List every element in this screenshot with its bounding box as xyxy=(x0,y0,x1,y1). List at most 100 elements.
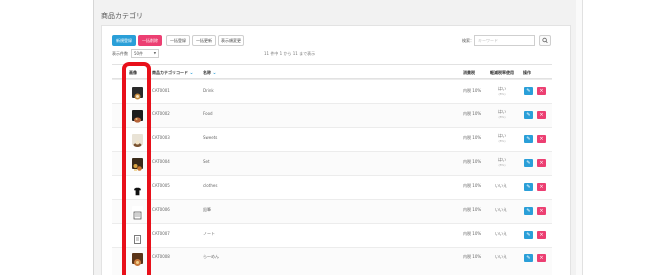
edit-button[interactable]: ✎ xyxy=(524,231,533,239)
delete-button[interactable]: × xyxy=(537,111,546,119)
table-row[interactable]: CAT0003 Sweets 内税 10% はい (8%) ✎ × xyxy=(112,127,552,151)
sort-icon: ⌄ xyxy=(212,70,217,76)
reduced-tax: はい (8%) xyxy=(498,109,506,119)
category-code: CAT0005 xyxy=(152,183,170,188)
category-name: Sweets xyxy=(203,135,218,140)
table-top-border xyxy=(112,64,552,65)
new-button[interactable]: 新規登録 xyxy=(112,35,136,46)
category-code: CAT0003 xyxy=(152,135,170,140)
table-row[interactable]: CAT0007 ノート 内税 10% いいえ ✎ × xyxy=(112,223,552,247)
category-code: CAT0008 xyxy=(152,254,170,259)
edit-button[interactable]: ✎ xyxy=(524,111,533,119)
display-order-button[interactable]: 表示順変更 xyxy=(218,35,244,46)
close-icon: × xyxy=(539,160,544,166)
sort-icon: ⌄ xyxy=(189,70,194,76)
reduced-tax-value: いいえ xyxy=(495,183,507,188)
close-icon: × xyxy=(539,255,544,261)
delete-button[interactable]: × xyxy=(537,207,546,215)
edit-icon: ✎ xyxy=(526,255,531,261)
record-count: 11 件中 1 から 11 まで表示 xyxy=(264,51,316,56)
table-row[interactable]: CAT0002 Food 内税 10% はい (8%) ✎ × xyxy=(112,103,552,127)
per-page-select[interactable]: 50件 ▼ xyxy=(131,49,159,58)
search-icon xyxy=(542,37,548,44)
category-name: Drink xyxy=(203,88,214,93)
page-title: 商品カテゴリ xyxy=(101,12,143,20)
per-page-label: 表示件数 xyxy=(112,51,128,56)
reduced-tax-value: いいえ xyxy=(495,254,507,259)
image-column-highlight xyxy=(122,62,151,275)
category-name: Food xyxy=(203,111,213,116)
edit-icon: ✎ xyxy=(526,184,531,190)
tax-type: 内税 10% xyxy=(463,231,482,236)
category-code: CAT0002 xyxy=(152,111,170,116)
category-name: 鉛筆 xyxy=(203,207,211,212)
category-name: ら～めん xyxy=(203,254,219,259)
reduced-tax: はい (8%) xyxy=(498,133,506,143)
close-icon: × xyxy=(539,136,544,142)
column-header-code[interactable]: 商品カテゴリコード ⌄ xyxy=(152,70,194,76)
per-page-value: 50件 xyxy=(134,51,144,56)
delete-button[interactable]: × xyxy=(537,254,546,262)
edit-icon: ✎ xyxy=(526,232,531,238)
category-name: Set xyxy=(203,159,210,164)
reduced-tax: はい (8%) xyxy=(498,157,506,167)
reduced-tax-value: いいえ xyxy=(495,207,507,212)
column-header-name[interactable]: 名称 ⌄ xyxy=(203,70,217,76)
delete-button[interactable]: × xyxy=(537,159,546,167)
close-icon: × xyxy=(539,208,544,214)
column-header-tax: 消費税 xyxy=(463,70,475,75)
delete-button[interactable]: × xyxy=(537,231,546,239)
edit-icon: ✎ xyxy=(526,88,531,94)
category-code: CAT0007 xyxy=(152,231,170,236)
column-header-reduced: 軽減税率使用 xyxy=(490,70,514,75)
edit-icon: ✎ xyxy=(526,112,531,118)
category-name: clothes xyxy=(203,183,218,188)
chevron-down-icon: ▼ xyxy=(153,51,156,55)
edit-icon: ✎ xyxy=(526,136,531,142)
reduced-tax-rate: (8%) xyxy=(498,92,506,96)
edit-button[interactable]: ✎ xyxy=(524,254,533,262)
bulk-update-button[interactable]: 一括更新 xyxy=(192,35,216,46)
category-name: ノート xyxy=(203,231,215,236)
reduced-tax-rate: (8%) xyxy=(498,163,506,167)
reduced-tax: はい (8%) xyxy=(498,86,506,96)
edit-icon: ✎ xyxy=(526,208,531,214)
bulk-delete-button[interactable]: 一括削除 xyxy=(138,35,162,46)
edit-button[interactable]: ✎ xyxy=(524,183,533,191)
column-header-code-label: 商品カテゴリコード xyxy=(152,70,188,75)
close-icon: × xyxy=(539,184,544,190)
search-input[interactable]: キーワード xyxy=(474,35,535,46)
tax-type: 内税 10% xyxy=(463,159,482,164)
edit-button[interactable]: ✎ xyxy=(524,135,533,143)
reduced-tax-rate: (8%) xyxy=(498,115,506,119)
delete-button[interactable]: × xyxy=(537,135,546,143)
column-header-name-label: 名称 xyxy=(203,70,211,75)
edit-button[interactable]: ✎ xyxy=(524,207,533,215)
edit-button[interactable]: ✎ xyxy=(524,87,533,95)
reduced-tax-value: いいえ xyxy=(495,231,507,236)
table-row[interactable]: CAT0001 Drink 内税 10% はい (8%) ✎ × xyxy=(112,79,552,103)
edit-icon: ✎ xyxy=(526,160,531,166)
scrollbar[interactable] xyxy=(576,0,583,275)
table-row[interactable]: CAT0008 ら～めん 内税 10% いいえ ✎ × xyxy=(112,247,552,275)
tax-type: 内税 10% xyxy=(463,111,482,116)
table-row[interactable]: CAT0006 鉛筆 内税 10% いいえ ✎ × xyxy=(112,199,552,223)
edit-button[interactable]: ✎ xyxy=(524,159,533,167)
close-icon: × xyxy=(539,88,544,94)
search-button[interactable] xyxy=(539,35,551,46)
tax-type: 内税 10% xyxy=(463,207,482,212)
category-code: CAT0004 xyxy=(152,159,170,164)
close-icon: × xyxy=(539,112,544,118)
table-row[interactable]: CAT0004 Set 内税 10% はい (8%) ✎ × xyxy=(112,151,552,175)
tax-type: 内税 10% xyxy=(463,88,482,93)
table-row[interactable]: CAT0005 clothes 内税 10% いいえ ✎ × xyxy=(112,175,552,199)
column-header-actions: 操作 xyxy=(523,70,531,75)
category-code: CAT0006 xyxy=(152,207,170,212)
tax-type: 内税 10% xyxy=(463,254,482,259)
reduced-tax-rate: (8%) xyxy=(498,139,506,143)
bulk-add-button[interactable]: 一括登録 xyxy=(166,35,190,46)
delete-button[interactable]: × xyxy=(537,87,546,95)
category-code: CAT0001 xyxy=(152,88,170,93)
delete-button[interactable]: × xyxy=(537,183,546,191)
tax-type: 内税 10% xyxy=(463,183,482,188)
